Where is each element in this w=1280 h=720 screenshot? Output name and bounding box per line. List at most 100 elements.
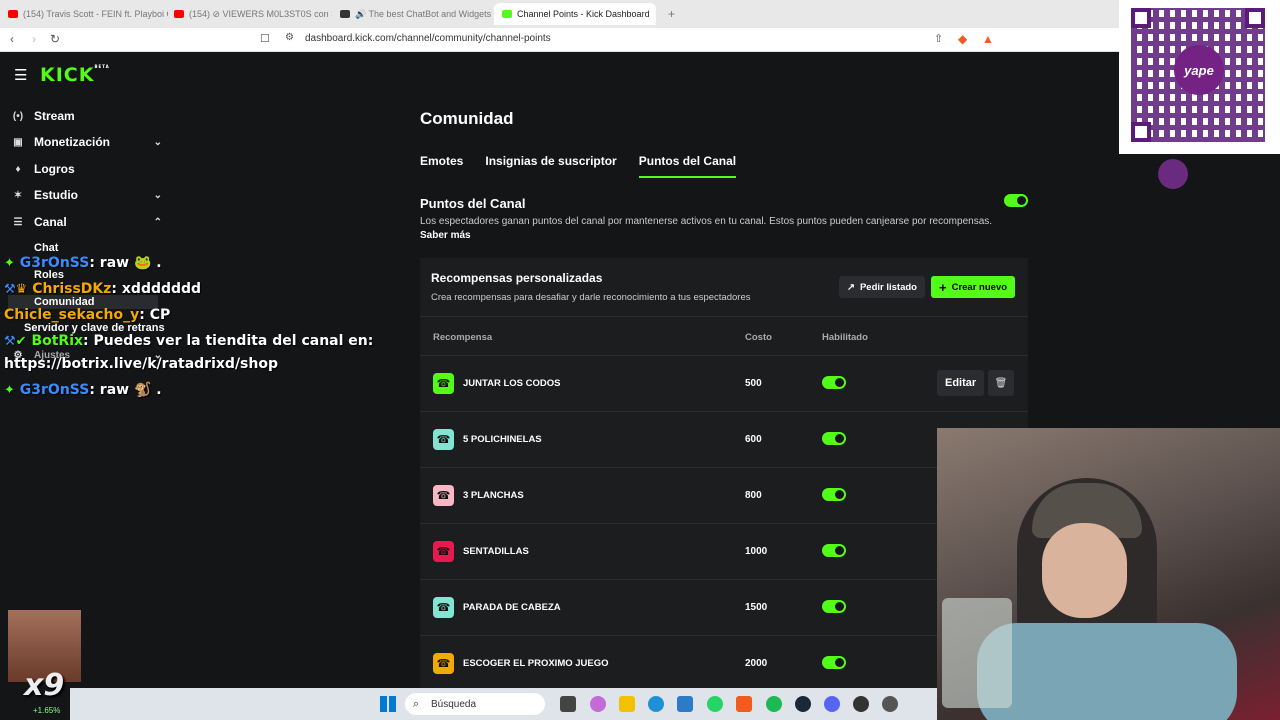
blanket <box>977 623 1237 720</box>
chevron-down-icon: ⌄ <box>153 136 162 148</box>
browser-tab-bar: (154) Travis Scott - FEIN ft. Playboi Ca… <box>0 0 1280 28</box>
reward-enabled-toggle[interactable] <box>822 600 846 613</box>
brave-shield-icon[interactable]: ◆ <box>958 32 967 46</box>
app-icon[interactable] <box>882 696 898 712</box>
reward-name: JUNTAR LOS CODOS <box>463 378 561 389</box>
yape-logo: yape <box>1174 45 1224 95</box>
taskbar-search[interactable]: ⌕ Búsqueda <box>405 693 545 715</box>
col-cost: Costo <box>745 332 772 343</box>
discord-icon[interactable] <box>824 696 840 712</box>
trophy-icon: ♦ <box>15 163 21 175</box>
obs-icon[interactable] <box>853 696 869 712</box>
whatsapp-icon[interactable] <box>707 696 723 712</box>
request-list-button[interactable]: ↗ Pedir listado <box>839 276 925 298</box>
file-explorer-icon[interactable] <box>619 696 635 712</box>
chat-message: https://botrix.live/k/ratadrixd/shop <box>4 356 278 372</box>
spotify-icon[interactable] <box>766 696 782 712</box>
glass <box>942 598 1012 708</box>
plus-icon: + <box>939 279 947 295</box>
reward-icon: ☎ <box>433 373 454 394</box>
kick-logo[interactable]: KICKBETA <box>40 64 110 86</box>
reward-icon: ☎ <box>433 653 454 674</box>
bookmark-icon[interactable]: ☐ <box>260 32 270 45</box>
reward-cost: 500 <box>745 378 762 389</box>
menu-icon[interactable]: ☰ <box>14 66 27 84</box>
sidebar-item-stream[interactable]: (•) Stream <box>12 106 162 126</box>
crown-badge-icon: ♛ <box>15 282 28 297</box>
browser-tab-2[interactable]: (154) ⊘ VIEWERS M0L3ST0S con SIG <box>166 3 332 25</box>
table-row: ☎ JUNTAR LOS CODOS 500 Editar 🗑 <box>420 356 1028 412</box>
reward-icon: ☎ <box>433 597 454 618</box>
kick-icon <box>502 10 512 18</box>
page-title: Comunidad <box>420 109 514 128</box>
forward-icon[interactable]: › <box>32 32 36 46</box>
sidebar-item-estudio[interactable]: ✶ Estudio ⌄ <box>12 185 162 205</box>
reward-name: 5 POLICHINELAS <box>463 434 542 445</box>
panel-title: Recompensas personalizadas <box>431 271 603 285</box>
verified-badge-icon: ✔ <box>15 334 27 349</box>
windows-start-icon[interactable] <box>380 696 396 712</box>
new-tab-button[interactable]: + <box>660 3 680 25</box>
stream-widget <box>1152 154 1280 194</box>
reward-cost: 600 <box>745 434 762 445</box>
mod-badge-icon: ⚒ <box>4 334 16 349</box>
money-icon: ▣ <box>13 136 23 148</box>
reward-enabled-toggle[interactable] <box>822 544 846 557</box>
trash-icon[interactable]: 🗑 <box>988 370 1014 396</box>
brave-rewards-icon[interactable]: ▲ <box>982 32 994 46</box>
browser-tab-active[interactable]: Channel Points - Kick Dashboard✕ <box>494 3 656 25</box>
col-enabled: Habilitado <box>822 332 868 343</box>
reload-icon[interactable]: ↻ <box>50 32 60 46</box>
address-bar: ‹ › ↻ ☐ ⚙ dashboard.kick.com/channel/com… <box>0 28 1280 52</box>
tab-insignias[interactable]: Insignias de suscriptor <box>485 154 616 178</box>
tab-puntos-del-canal[interactable]: Puntos del Canal <box>638 154 737 178</box>
channel-points-toggle[interactable] <box>1004 194 1028 207</box>
chat-message: ⚒✔ BotRix: Puedes ver la tiendita del ca… <box>4 333 374 349</box>
sidebar-subitem-chat[interactable]: Chat <box>34 242 58 254</box>
edge-icon[interactable] <box>648 696 664 712</box>
store-icon[interactable] <box>677 696 693 712</box>
brave-icon[interactable] <box>736 696 752 712</box>
qr-corner <box>1245 8 1265 28</box>
reward-name: ESCOGER EL PROXIMO JUEGO <box>463 658 609 669</box>
create-new-button[interactable]: + Crear nuevo <box>931 276 1016 298</box>
studio-icon: ✶ <box>13 189 23 201</box>
mod-badge-icon: ⚒ <box>4 282 16 297</box>
close-tab-icon[interactable]: ✕ <box>655 9 656 20</box>
chat-message: ⚒♛ ChrissDKz: xddddddd <box>4 281 202 297</box>
reward-enabled-toggle[interactable] <box>822 376 846 389</box>
reward-name: PARADA DE CABEZA <box>463 602 561 613</box>
channel-icon: ☰ <box>13 216 23 228</box>
copilot-icon[interactable] <box>590 696 606 712</box>
panel-subtitle: Crea recompensas para desafiar y darle r… <box>431 292 751 303</box>
sidebar-item-canal[interactable]: ☰ Canal ⌃ <box>12 212 162 232</box>
share-icon[interactable]: ⇧ <box>934 32 943 45</box>
reward-enabled-toggle[interactable] <box>822 432 846 445</box>
botrix-icon <box>340 10 350 18</box>
sidebar-item-logros[interactable]: ♦ Logros <box>12 159 162 179</box>
reward-enabled-toggle[interactable] <box>822 488 846 501</box>
browser-tab-1[interactable]: (154) Travis Scott - FEIN ft. Playboi Ca <box>0 3 168 25</box>
reward-name: SENTADILLAS <box>463 546 529 557</box>
browser-tab-3[interactable]: 🔊 The best ChatBot and Widgets fo <box>332 3 492 25</box>
table-header: Recompensa Costo Habilitado <box>420 316 1028 356</box>
site-info-icon[interactable]: ⚙ <box>285 32 294 43</box>
reward-icon: ☎ <box>433 485 454 506</box>
chat-message: ✦ G3rOnSS: raw 🐒 . <box>4 382 162 398</box>
learn-more-link[interactable]: Saber más <box>420 230 471 241</box>
chat-message: Chicle_sekacho_y: CP <box>4 307 171 323</box>
steam-icon[interactable] <box>795 696 811 712</box>
task-view-icon[interactable] <box>560 696 576 712</box>
back-icon[interactable]: ‹ <box>10 32 14 46</box>
yape-qr-code: yape <box>1119 0 1280 154</box>
stock-widget[interactable]: +1.65% <box>0 698 70 720</box>
tab-emotes[interactable]: Emotes <box>420 154 463 178</box>
reward-name: 3 PLANCHAS <box>463 490 524 501</box>
youtube-icon <box>8 10 18 18</box>
edit-button[interactable]: Editar <box>937 370 985 396</box>
reward-enabled-toggle[interactable] <box>822 656 846 669</box>
url-text[interactable]: dashboard.kick.com/channel/community/cha… <box>305 33 551 44</box>
chat-message: ✦ G3rOnSS: raw 🐸 . <box>4 255 162 271</box>
sparkle-badge-icon: ✦ <box>4 383 15 398</box>
sidebar-item-monetizacion[interactable]: ▣ Monetización ⌄ <box>12 132 162 152</box>
